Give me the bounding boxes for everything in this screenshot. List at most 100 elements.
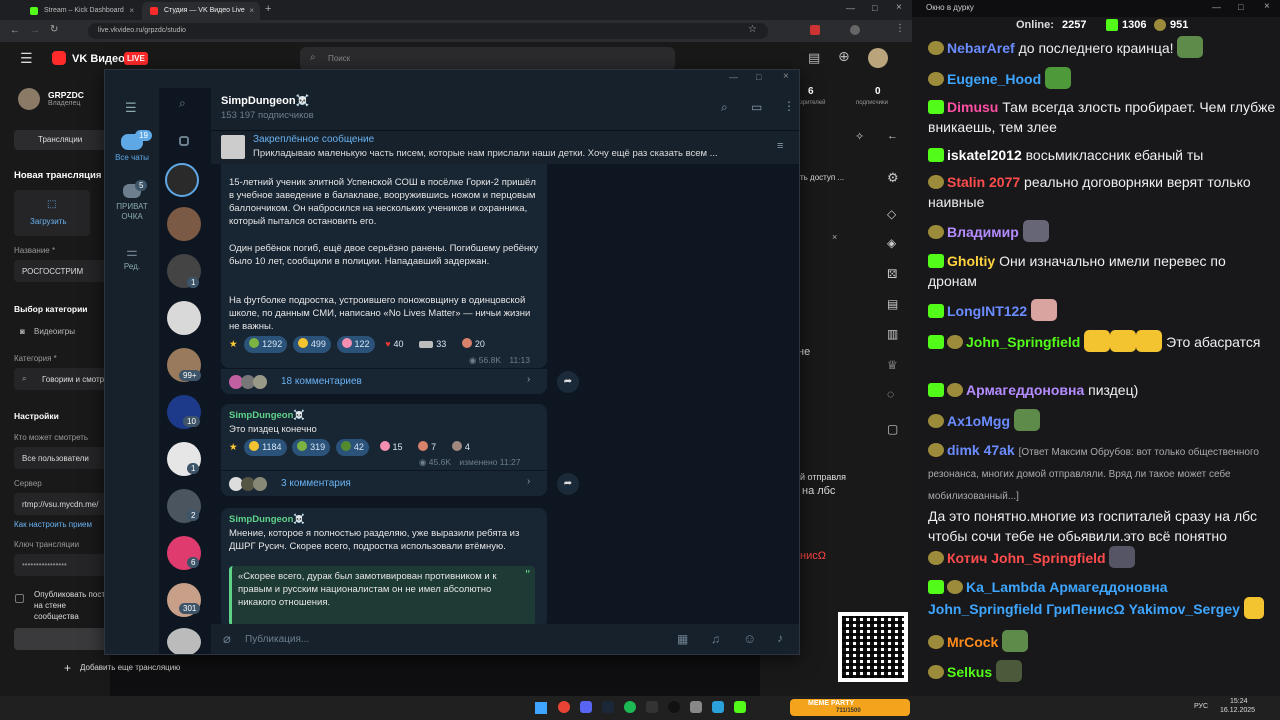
chat-mention[interactable]: John_Springfield ГриПенисΩ Yakimov_Serge… (928, 601, 1240, 617)
message-input[interactable]: Публикация... (245, 634, 309, 645)
attach-icon[interactable]: ⌀ (223, 631, 231, 647)
reaction-chip[interactable]: 33 (414, 336, 451, 353)
how-to-setup-link[interactable]: Как настроить прием (14, 520, 92, 529)
star-icon[interactable]: ★ (229, 339, 238, 350)
chat-avatar[interactable] (167, 301, 201, 335)
search-icon[interactable]: ⌕ (179, 96, 186, 111)
pin-icon[interactable]: ✧ (855, 130, 864, 143)
chat-username[interactable]: dimk 47ak (947, 442, 1015, 458)
search-icon[interactable]: ⌕ (721, 100, 728, 115)
list-icon[interactable]: ▤ (887, 297, 898, 311)
chat-username[interactable]: LongINT122 (947, 303, 1027, 319)
clip-icon[interactable]: ▢ (887, 422, 898, 436)
chat-avatar-simpdungeon[interactable] (165, 163, 199, 197)
chat-username[interactable]: Котич (947, 550, 987, 566)
name-field[interactable]: РОСГОССТРИМ (14, 260, 110, 282)
reaction-chip[interactable]: 1292 (244, 336, 288, 353)
close-icon[interactable]: × (249, 6, 254, 15)
clock-date[interactable]: 16.12.2025 (1220, 707, 1255, 714)
stats-icon[interactable]: ▥ (887, 327, 898, 341)
star-icon[interactable]: ★ (229, 442, 238, 453)
vk-video-logo-text[interactable]: VK Видео (72, 53, 125, 65)
chat-username[interactable]: John_Springfield (966, 334, 1080, 350)
forward-icon[interactable]: ➦ (557, 371, 579, 393)
archive-icon[interactable] (179, 136, 189, 146)
who-can-watch-select[interactable]: Все пользователи (14, 447, 110, 469)
channel-title[interactable]: SimpDungeon☠️ (221, 94, 309, 107)
emoji-icon[interactable]: ☺ (743, 631, 756, 646)
category-field[interactable]: ⌕ Говорим и смотрим (14, 368, 114, 390)
comments-link[interactable]: 3 комментария › (221, 470, 547, 496)
sidebar-toggle-icon[interactable]: ▭ (751, 100, 762, 114)
menu-dots-icon[interactable]: ⋮ (895, 23, 905, 34)
chat-username[interactable]: Армагеддоновна (966, 382, 1084, 398)
server-field[interactable]: rtmp://vsu.mycdn.me/ (14, 493, 110, 515)
tab-vk-studio[interactable]: Студия — VK Видео Live × (142, 2, 260, 20)
pinned-list-icon[interactable]: ≡ (777, 140, 783, 152)
folder-all-chats[interactable]: 19 Все чаты (105, 130, 159, 162)
reaction-chip[interactable]: 1184 (244, 439, 287, 456)
minimize-icon[interactable]: — (729, 72, 738, 82)
clock-time[interactable]: 15:24 (1230, 698, 1248, 705)
maximize-icon[interactable]: □ (756, 72, 761, 82)
forward-icon[interactable]: → (30, 25, 40, 36)
tab-broadcasts[interactable]: Трансляции (14, 130, 110, 150)
add-broadcast-button[interactable]: Добавить еще трансляцию (80, 663, 180, 672)
reaction-chip[interactable]: 4 (447, 439, 475, 456)
reaction-chip[interactable]: 499 (292, 336, 331, 353)
more-icon[interactable]: ⋮ (783, 99, 795, 113)
bookmark-star-icon[interactable]: ☆ (748, 24, 757, 35)
videogames-option[interactable]: Видеоигры (34, 327, 75, 336)
chrome-icon[interactable] (558, 701, 570, 713)
reaction-chip[interactable]: 42 (335, 439, 369, 456)
microphone-icon[interactable]: ♪ (777, 631, 783, 645)
chat-username[interactable]: Владимир (947, 224, 1019, 240)
maximize-icon[interactable]: □ (1238, 2, 1243, 12)
app-icon[interactable] (646, 701, 658, 713)
tab-kick[interactable]: Stream – Kick Dashboard × (22, 2, 140, 20)
close-window-icon[interactable]: × (896, 2, 902, 13)
bell-icon[interactable]: ♫ (711, 632, 720, 646)
reaction-chip[interactable]: 319 (292, 439, 331, 456)
chat-username[interactable]: Selkus (947, 664, 992, 680)
dice-icon[interactable]: ⚄ (887, 267, 897, 281)
publish-checkbox[interactable] (15, 594, 24, 603)
chat-avatar[interactable] (167, 207, 201, 241)
settings-gear-icon[interactable]: ⚙ (887, 170, 899, 186)
add-icon[interactable]: ⊕ (838, 48, 850, 65)
search-input[interactable]: ⌕ Поиск (300, 47, 675, 71)
telegram-icon[interactable] (712, 701, 724, 713)
chat-username[interactable]: Eugene_Hood (947, 71, 1041, 87)
pinned-message-bar[interactable]: Закреплённое сообщение Прикладываю мален… (211, 130, 799, 164)
collapse-arrow-icon[interactable]: ← (887, 130, 898, 142)
chat-mention[interactable]: Армагеддоновна (1049, 579, 1167, 595)
folder-private[interactable]: 5 ПРИВАТ ОЧКА (105, 180, 159, 222)
back-icon[interactable]: ← (10, 25, 20, 36)
kick-app-icon[interactable] (734, 701, 746, 713)
maximize-icon[interactable]: □ (872, 3, 877, 13)
hamburger-icon[interactable]: ☰ (20, 50, 33, 67)
chat-username[interactable]: MrCock (947, 634, 998, 650)
discord-icon[interactable] (580, 701, 592, 713)
folder-edit[interactable]: ⚌ Ред. (105, 244, 159, 271)
extension-icon[interactable] (810, 25, 820, 35)
profile-icon[interactable] (850, 25, 860, 35)
chat-username[interactable]: iskatel2012 (947, 147, 1022, 163)
windows-start-icon[interactable] (535, 702, 547, 714)
chat-bubble-icon[interactable]: ◌ (887, 387, 894, 401)
chat-username[interactable]: Stalin 2077 (947, 174, 1020, 190)
studio-icon[interactable]: ▤ (808, 50, 820, 66)
chat-username[interactable]: Dimusu (947, 99, 998, 115)
reaction-chip[interactable]: 7 (413, 439, 441, 456)
close-window-icon[interactable]: × (1264, 1, 1270, 12)
close-icon[interactable]: × (832, 232, 837, 242)
chat-username[interactable]: NebarAref (947, 40, 1015, 56)
upload-button[interactable]: ⬚ Загрузить (14, 190, 90, 236)
reaction-chip[interactable]: ♥ 40 (380, 336, 408, 353)
close-icon[interactable]: × (129, 6, 134, 15)
steam-icon[interactable] (602, 701, 614, 713)
meme-party-widget[interactable]: MEME PARTY 711/1500 (790, 699, 910, 716)
chat-username[interactable]: Ka_Lambda (966, 579, 1045, 595)
language-indicator[interactable]: РУС (1194, 703, 1208, 710)
start-button[interactable] (14, 628, 110, 650)
